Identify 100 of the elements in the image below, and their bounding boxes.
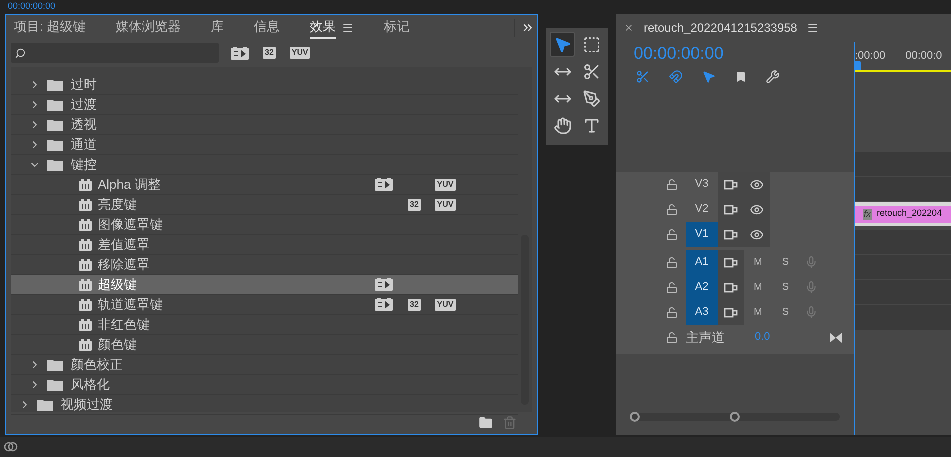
panel-tab[interactable]: 效果 [310,17,336,39]
folder-row[interactable]: 颜色校正 [11,355,518,375]
search-field[interactable] [11,43,219,63]
tool-button[interactable] [550,32,575,57]
track-target-button[interactable]: V2 [686,197,718,222]
effect-label: 亮度键 [98,196,138,214]
settings-icon[interactable] [766,70,780,84]
effect-icon [79,258,92,270]
timecode: 00:00:00:00 [633,43,725,65]
eye-icon[interactable] [750,202,764,216]
eye-icon[interactable] [750,178,764,192]
yuv-badge: YUV [435,298,456,310]
effect-icon [79,218,92,230]
folder-label: 过渡 [71,96,97,114]
folder-row[interactable]: 视频过渡 [11,395,518,415]
effect-label: 非红色键 [98,316,151,334]
magnet-icon[interactable] [669,70,683,84]
track-target-button[interactable]: V3 [686,172,718,197]
effect-row[interactable]: 颜色键 [11,335,518,355]
bit-depth-badge: 32 [408,298,421,310]
panel-menu-icon[interactable] [342,22,354,34]
track-target-button[interactable]: A2 [686,275,718,300]
effect-label: 超级键 [98,276,138,294]
folder-row[interactable]: 透视 [11,115,518,135]
folder-row[interactable]: 过渡 [11,95,518,115]
bowtie-icon[interactable] [830,332,842,342]
folder-icon [47,358,63,370]
effect-row[interactable]: 图像遮罩键 [11,215,518,235]
mute-button[interactable]: M [754,305,762,320]
lock-icon[interactable] [666,178,678,190]
pen-tool-icon [582,90,600,108]
effect-icon [79,278,92,290]
effect-row[interactable]: 亮度键 32 YUV [11,195,518,215]
folder-label: 键控 [71,156,97,174]
solo-button[interactable]: S [782,255,790,270]
effect-row[interactable]: 差值遮罩 [11,235,518,255]
clip-label: retouch_202204 [877,207,942,220]
folder-icon [47,158,63,170]
marker-icon[interactable] [735,71,747,83]
sync-lock-icon[interactable] [724,282,738,292]
lock-icon[interactable] [666,228,678,240]
track-target-button[interactable]: A3 [686,300,718,325]
sync-lock-icon[interactable] [724,308,738,318]
solo-button[interactable]: S [782,305,790,320]
effect-label: Alpha 调整 [98,176,162,194]
panel-menu-icon[interactable] [807,22,820,34]
track-target-button[interactable]: V1 [686,222,718,247]
panel-tab[interactable]: 项目: 超级键 [14,17,86,39]
effect-label: 图像遮罩键 [98,216,164,234]
filter-button[interactable]: YUV [290,47,310,59]
scroll-handle[interactable] [730,412,740,422]
linked-selection-icon[interactable] [702,70,716,84]
scroll-handle[interactable] [630,412,640,422]
effect-row[interactable]: 超级键 [11,275,518,295]
effect-icon [79,338,92,350]
folder-icon [47,98,63,110]
panel-tab[interactable]: 信息 [254,17,280,39]
effect-icon [79,178,92,190]
eye-icon[interactable] [750,228,764,242]
hand-tool-icon [554,116,572,134]
folder-row[interactable]: 风格化 [11,375,518,395]
track-target-button[interactable]: A1 [686,250,718,275]
panel-tab[interactable]: 媒体浏览器 [116,17,182,39]
folder-label: 通道 [71,136,97,154]
filter-button[interactable] [231,46,249,60]
effect-row[interactable]: 非红色键 [11,315,518,335]
folder-icon [47,138,63,150]
folder-row[interactable]: 键控 [11,155,518,175]
zoom-scrollbar[interactable] [630,413,840,421]
panel-tab[interactable]: 标记 [384,17,410,39]
folder-label: 视频过渡 [61,396,113,414]
effect-icon [79,298,92,310]
new-folder-icon[interactable] [479,416,493,430]
lock-icon[interactable] [666,306,678,318]
sync-lock-icon[interactable] [724,180,738,190]
mute-button[interactable]: M [754,280,762,295]
video-clip[interactable]: fx retouch_202204 [855,206,951,222]
yuv-badge: YUV [435,178,456,190]
sync-lock-icon[interactable] [724,204,738,214]
lock-icon[interactable] [666,282,678,294]
folder-row[interactable]: 过时 [11,75,518,95]
filter-button[interactable]: 32 [263,47,276,59]
sync-lock-icon[interactable] [724,230,738,240]
lock-icon[interactable] [666,256,678,268]
close-icon[interactable] [624,23,634,33]
razor-tool-icon [582,62,600,80]
ruler-label: 00:00:0 [906,48,942,64]
mute-button[interactable]: M [754,255,762,270]
effect-label: 移除遮罩 [98,256,151,274]
timecode: 00:00:00:00 [8,1,56,11]
effect-row[interactable]: 轨道遮罩键 32 YUV [11,295,518,315]
lock-icon[interactable] [666,204,678,216]
folder-row[interactable]: 通道 [11,135,518,155]
solo-button[interactable]: S [782,280,790,295]
panel-tab[interactable]: 库 [211,17,224,39]
yuv-badge: YUV [435,198,456,210]
effect-row[interactable]: Alpha 调整 YUV [11,175,518,195]
lock-icon[interactable] [666,332,678,344]
folder-icon [37,398,53,410]
sync-lock-icon[interactable] [724,258,738,268]
